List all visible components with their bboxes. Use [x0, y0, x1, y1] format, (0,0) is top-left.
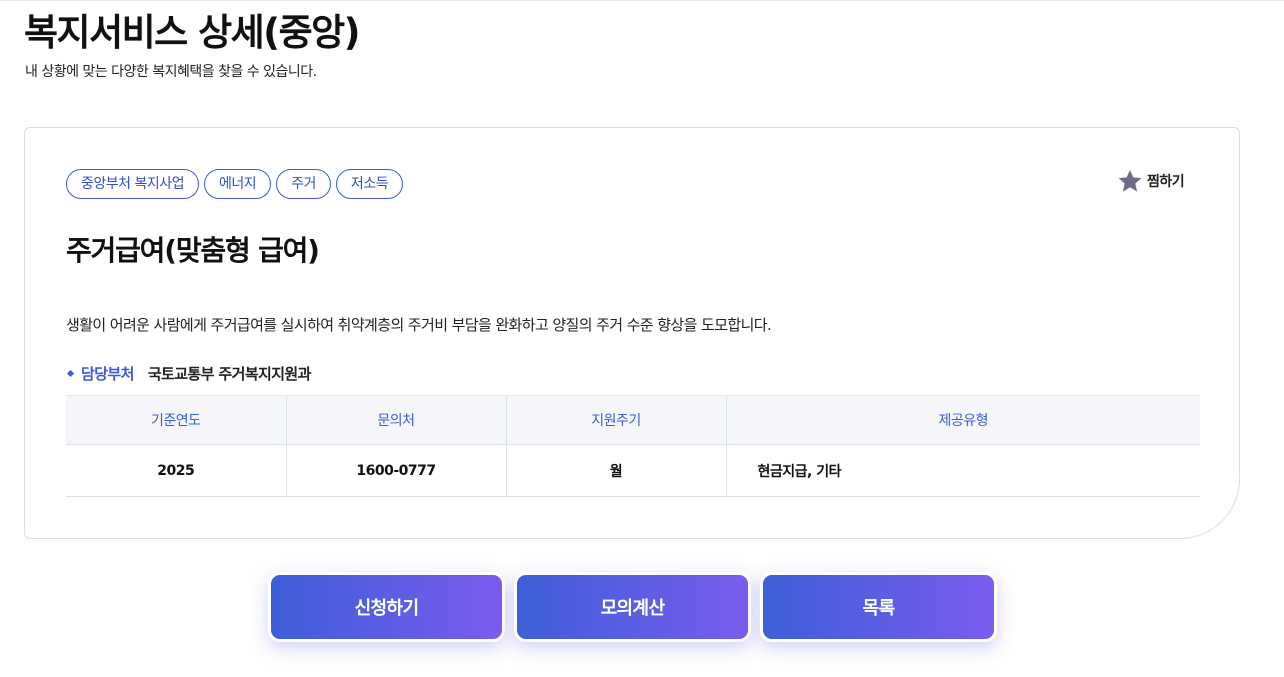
department-label: 담당부처 [81, 365, 134, 383]
department-value: 국토교통부 주거복지지원과 [147, 365, 312, 383]
service-info-table: 기준연도 문의처 지원주기 제공유형 2025 1600-0777 월 현금지급… [66, 395, 1200, 497]
service-title: 주거급여(맞춤형 급여) [66, 234, 320, 267]
header-contact: 문의처 [286, 395, 507, 445]
header-support-cycle: 지원주기 [506, 395, 727, 445]
apply-button[interactable]: 신청하기 [268, 572, 505, 642]
page-subtitle: 내 상황에 맞는 다양한 복지혜택을 찾을 수 있습니다. [25, 64, 317, 80]
cell-provision-type: 현금지급, 기타 [726, 444, 1200, 497]
page-title: 복지서비스 상세(중앙) [24, 11, 361, 54]
top-divider [0, 0, 1284, 1]
bookmark-button[interactable]: 찜하기 [1117, 168, 1185, 194]
service-detail-card: 중앙부처 복지사업 에너지 주거 저소득 찜하기 주거급여(맞춤형 급여) 생활… [24, 127, 1240, 539]
list-button[interactable]: 목록 [760, 572, 997, 642]
department-row: 담당부처 국토교통부 주거복지지원과 [66, 363, 311, 384]
simulate-button[interactable]: 모의계산 [514, 572, 751, 642]
bullet-icon [66, 369, 75, 378]
tag-low-income[interactable]: 저소득 [335, 169, 404, 199]
tag-energy[interactable]: 에너지 [204, 169, 272, 199]
cell-support-cycle: 월 [506, 444, 727, 497]
tag-central-ministry[interactable]: 중앙부처 복지사업 [66, 169, 199, 199]
tag-list: 중앙부처 복지사업 에너지 주거 저소득 [66, 169, 404, 199]
table-header-row: 기준연도 문의처 지원주기 제공유형 [66, 395, 1200, 445]
table-row: 2025 1600-0777 월 현금지급, 기타 [66, 444, 1200, 497]
action-buttons: 신청하기 모의계산 목록 [268, 572, 997, 642]
header-provision-type: 제공유형 [726, 395, 1200, 445]
star-icon [1117, 168, 1143, 194]
header-base-year: 기준연도 [66, 395, 287, 445]
bookmark-label: 찜하기 [1147, 174, 1185, 190]
service-description: 생활이 어려운 사람에게 주거급여를 실시하여 취약계층의 주거비 부담을 완화… [66, 316, 772, 334]
cell-base-year: 2025 [66, 444, 287, 497]
cell-contact: 1600-0777 [286, 444, 507, 497]
tag-housing[interactable]: 주거 [276, 169, 331, 199]
